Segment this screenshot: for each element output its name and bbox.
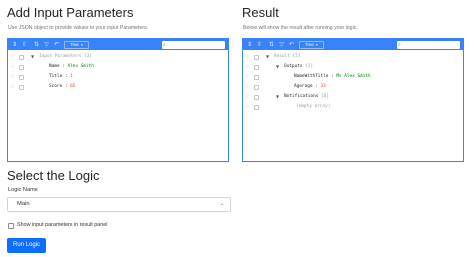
outputs-key[interactable]: Outputs [284, 64, 303, 69]
tree-row: ⠿ Score : 65 [8, 82, 228, 92]
collapse-all-icon[interactable]: ⇳ [256, 41, 263, 48]
sort-icon[interactable]: ⇅ [268, 41, 275, 48]
field-key[interactable]: Name [49, 64, 60, 69]
filter-icon[interactable]: ▽ [43, 41, 50, 48]
show-input-label[interactable]: Show input parameters in result panel [17, 222, 108, 229]
field-key[interactable]: Score [49, 84, 62, 89]
context-menu-button[interactable] [19, 65, 24, 70]
collapse-node-icon[interactable]: ▼ [276, 92, 279, 102]
search-icon: ⌕ [163, 41, 166, 48]
tree-row: ⠿ Name : Alex Smith [8, 62, 228, 72]
field-separator: : [62, 84, 71, 89]
logic-section-title: Select the Logic [7, 168, 100, 183]
field-key[interactable]: Agerage [294, 84, 313, 89]
input-panel-title: Add Input Parameters [7, 5, 134, 20]
logic-name-label: Logic Name [8, 187, 38, 193]
field-key[interactable]: Title [49, 74, 62, 79]
drag-handle-icon[interactable]: ⠿ [246, 85, 249, 89]
context-menu-button[interactable] [19, 75, 24, 80]
context-menu-button[interactable] [254, 85, 259, 90]
notifications-count: [0] [321, 94, 329, 99]
context-menu-button[interactable] [19, 55, 24, 60]
tree-row: ⠿ NameWithTitle : Ms Alex Smith [243, 72, 463, 82]
field-value[interactable]: 1 [70, 74, 73, 79]
undo-icon[interactable]: ↶ [288, 41, 295, 48]
result-json-editor[interactable]: ⇕ ⇳ ⇅ ▽ ↶ Tree ▾ ⌕ ⠿ ▼ Result {2} ⠿ ▼ Ou… [242, 38, 464, 162]
drag-handle-icon[interactable]: ⠿ [246, 55, 249, 59]
field-value[interactable]: 33 [320, 84, 325, 89]
context-menu-button[interactable] [19, 85, 24, 90]
drag-handle-icon[interactable]: ⠿ [246, 75, 249, 79]
expand-all-icon[interactable]: ⇕ [246, 41, 253, 48]
tree-root-key: Input Parameters [39, 54, 82, 59]
tree-row-outputs: ⠿ ▼ Outputs {2} [243, 62, 463, 72]
collapse-node-icon[interactable]: ▼ [31, 52, 34, 62]
empty-array-text: (empty array) [296, 104, 331, 109]
mode-dropdown[interactable]: Tree ▾ [299, 40, 324, 49]
logic-name-value: Main [17, 201, 30, 207]
drag-handle-icon[interactable]: ⠿ [11, 75, 14, 79]
collapse-node-icon[interactable]: ▼ [266, 52, 269, 62]
expand-all-icon[interactable]: ⇕ [11, 41, 18, 48]
drag-handle-icon[interactable]: ⠿ [11, 55, 14, 59]
input-editor-menubar: ⇕ ⇳ ⇅ ▽ ↶ Tree ▾ ⌕ [8, 39, 228, 50]
tree-row-root: ⠿ ▼ Result {2} [243, 52, 463, 62]
notifications-key[interactable]: Notifications [284, 94, 318, 99]
tree-root-count: {3} [83, 54, 92, 59]
result-panel-title: Result [242, 5, 279, 20]
context-menu-button[interactable] [254, 55, 259, 60]
sort-icon[interactable]: ⇅ [33, 41, 40, 48]
drag-handle-icon[interactable]: ⠿ [246, 105, 249, 109]
chevron-down-icon: ▾ [314, 42, 318, 47]
mode-dropdown[interactable]: Tree ▾ [64, 40, 89, 49]
result-tree: ⠿ ▼ Result {2} ⠿ ▼ Outputs {2} ⠿ NameWit… [243, 50, 463, 112]
field-separator: : [59, 64, 68, 69]
logic-name-select[interactable]: Main ⌄ [7, 197, 231, 212]
undo-icon[interactable]: ↶ [53, 41, 60, 48]
collapse-all-icon[interactable]: ⇳ [21, 41, 28, 48]
input-json-editor[interactable]: ⇕ ⇳ ⇅ ▽ ↶ Tree ▾ ⌕ ⠿ ▼ Input Parameters … [7, 38, 229, 162]
show-input-checkbox[interactable] [8, 223, 14, 229]
tree-row: ⠿ Title : 1 [8, 72, 228, 82]
collapse-node-icon[interactable]: ▼ [276, 62, 279, 72]
field-value[interactable]: Ms Alex Smith [336, 74, 370, 79]
tree-row-empty: ⠿ (empty array) [243, 102, 463, 112]
field-key[interactable]: NameWithTitle [294, 74, 328, 79]
drag-handle-icon[interactable]: ⠿ [11, 65, 14, 69]
drag-handle-icon[interactable]: ⠿ [246, 65, 249, 69]
chevron-down-icon: ⌄ [219, 201, 224, 207]
search-input[interactable]: ⌕ [162, 40, 225, 49]
tree-root-key: Result [274, 54, 290, 59]
outputs-count: {2} [305, 64, 314, 69]
tree-row-root: ⠿ ▼ Input Parameters {3} [8, 52, 228, 62]
tree-row: ⠿ Agerage : 33 [243, 82, 463, 92]
context-menu-button[interactable] [254, 105, 259, 110]
field-value[interactable]: 65 [70, 84, 75, 89]
tree-row-notifications: ⠿ ▼ Notifications [0] [243, 92, 463, 102]
drag-handle-icon[interactable]: ⠿ [246, 95, 249, 99]
input-tree: ⠿ ▼ Input Parameters {3} ⠿ Name : Alex S… [8, 50, 228, 92]
result-panel-hint: Below will show the result after running… [243, 25, 358, 31]
input-panel-hint: Use JSON object to provide values to you… [8, 25, 149, 31]
context-menu-button[interactable] [254, 95, 259, 100]
search-input[interactable]: ⌕ [397, 40, 460, 49]
run-logic-button[interactable]: Run Logic [7, 238, 46, 253]
tree-root-count: {2} [292, 54, 301, 59]
chevron-down-icon: ▾ [79, 42, 83, 47]
field-value[interactable]: Alex Smith [68, 64, 94, 69]
filter-icon[interactable]: ▽ [278, 41, 285, 48]
context-menu-button[interactable] [254, 75, 259, 80]
result-editor-menubar: ⇕ ⇳ ⇅ ▽ ↶ Tree ▾ ⌕ [243, 39, 463, 50]
field-separator: : [62, 74, 71, 79]
search-icon: ⌕ [398, 41, 401, 48]
drag-handle-icon[interactable]: ⠿ [11, 85, 14, 89]
context-menu-button[interactable] [254, 65, 259, 70]
